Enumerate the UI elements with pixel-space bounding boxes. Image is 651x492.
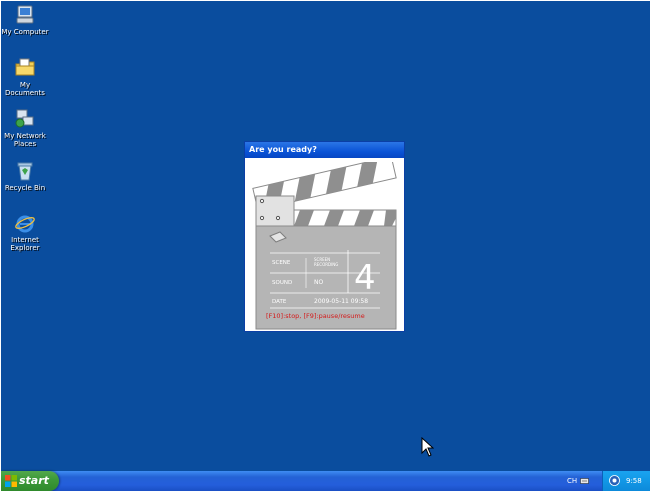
date-value: 2009-05-11 09:58: [314, 298, 368, 305]
recorder-tray-icon[interactable]: [609, 475, 620, 486]
clock[interactable]: 9:58: [626, 471, 642, 491]
scene-label: SCENE: [272, 260, 291, 266]
network-icon: [15, 109, 34, 128]
clapperboard: SCENE SCREEN RECORDING SOUND NO DATE 200…: [252, 162, 397, 330]
desktop-icon-my-network-places[interactable]: My Network Places: [1, 108, 49, 148]
language-indicator[interactable]: CH: [567, 471, 577, 491]
scene-value-line2: RECORDING: [314, 262, 338, 267]
desktop-icon-label: My Network Places: [4, 132, 46, 148]
sound-value: NO: [314, 279, 323, 286]
taskbar: start CH 9:58: [1, 471, 650, 491]
countdown-dialog: Are you ready? SCENE SCREEN RECORDING SO…: [244, 141, 405, 332]
desktop: My Computer My Documents My Network Plac…: [1, 1, 650, 491]
computer-icon: [16, 5, 34, 24]
system-tray: 9:58: [602, 471, 650, 491]
desktop-icon-label: My Computer: [1, 28, 49, 36]
hotkey-hint: [F10]:stop, [F9]:pause/resume: [266, 312, 365, 320]
windows-flag-icon: [5, 475, 17, 487]
desktop-icon-label: Recycle Bin: [4, 184, 46, 192]
desktop-icon-label: Internet Explorer: [10, 236, 40, 252]
countdown-number: 4: [354, 258, 376, 298]
desktop-icon-my-documents[interactable]: My Documents: [1, 57, 49, 97]
documents-folder-icon: [15, 58, 35, 76]
recycle-bin-icon: [17, 162, 33, 181]
date-label: DATE: [272, 299, 287, 305]
mouse-pointer-icon: [421, 437, 434, 457]
desktop-icon-label: My Documents: [5, 81, 45, 97]
start-button[interactable]: start: [1, 471, 59, 491]
internet-explorer-icon: [15, 215, 35, 233]
sound-label: SOUND: [272, 280, 292, 286]
keyboard-icon[interactable]: [580, 478, 589, 484]
desktop-icon-internet-explorer[interactable]: Internet Explorer: [1, 212, 49, 252]
desktop-icon-recycle-bin[interactable]: Recycle Bin: [1, 160, 49, 192]
desktop-icon-my-computer[interactable]: My Computer: [1, 4, 49, 36]
dialog-title[interactable]: Are you ready?: [245, 142, 404, 158]
start-label: start: [19, 474, 49, 487]
